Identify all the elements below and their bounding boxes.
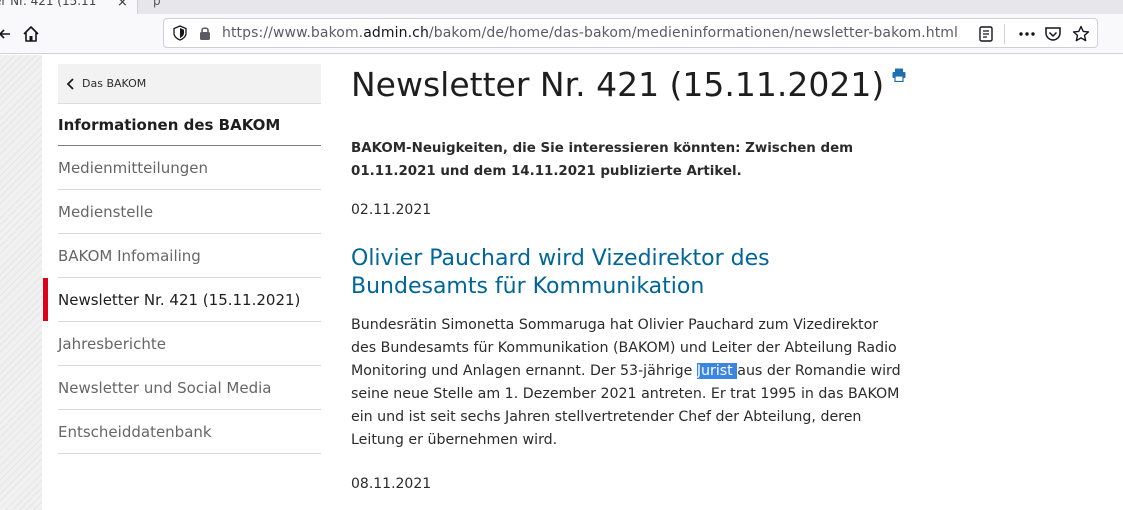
tab-strip: er Nr. 421 (15.11 × p [0, 0, 1123, 14]
page-gutter [0, 55, 42, 510]
url-prefix: https://www.bakom. [222, 25, 364, 41]
active-item-marker [43, 278, 48, 321]
main-content: Newsletter Nr. 421 (15.11.2021) [351, 64, 911, 106]
toolbar-separator [1004, 24, 1005, 44]
sidebar-item-medienmitteilungen[interactable]: Medienmitteilungen [58, 146, 321, 190]
sidebar-item-newsletter-421[interactable]: Newsletter Nr. 421 (15.11.2021) [58, 278, 321, 322]
more-icon[interactable] [1018, 25, 1036, 43]
sidebar-item-infomailing[interactable]: BAKOM Infomailing [58, 234, 321, 278]
tab-title: er Nr. 421 (15.11 [0, 0, 97, 8]
pocket-icon[interactable] [1044, 25, 1062, 43]
url-domain: admin.ch [363, 25, 429, 41]
lead-paragraph: BAKOM-Neuigkeiten, die Sie interessieren… [351, 141, 854, 179]
print-icon[interactable] [892, 68, 906, 82]
article-body: Bundesrätin Simonetta Sommaruga hat Oliv… [351, 314, 907, 452]
url-text[interactable]: https://www.bakom.admin.ch/bakom/de/home… [222, 25, 958, 41]
lock-icon[interactable] [198, 25, 212, 41]
sidebar-section-title[interactable]: Informationen des BAKOM [58, 104, 321, 146]
home-icon[interactable] [20, 23, 42, 45]
next-tab[interactable]: p [153, 0, 161, 8]
back-link-das-bakom[interactable]: Das BAKOM [58, 64, 321, 104]
browser-tab[interactable]: er Nr. 421 (15.11 × [0, 0, 138, 14]
article-title-link[interactable]: Olivier Pauchard wird Vizedirektor des B… [351, 245, 821, 301]
sidebar-item-entscheiddatenbank[interactable]: Entscheiddatenbank [58, 410, 321, 454]
selected-text: Jurist [696, 363, 738, 379]
reader-view-icon[interactable] [977, 25, 995, 43]
shield-icon[interactable] [172, 25, 188, 41]
page-title: Newsletter Nr. 421 (15.11.2021) [351, 65, 885, 104]
url-path: /bakom/de/home/das-bakom/medieninformati… [428, 25, 959, 41]
address-bar[interactable]: https://www.bakom.admin.ch/bakom/de/home… [163, 18, 1098, 48]
sidebar-item-medienstelle[interactable]: Medienstelle [58, 190, 321, 234]
article-date: 02.11.2021 [351, 202, 432, 218]
sidebar-nav: Das BAKOM Informationen des BAKOM Medien… [58, 64, 321, 454]
tab-close-icon[interactable]: × [117, 0, 128, 10]
bookmark-star-icon[interactable] [1072, 25, 1090, 43]
back-link-label: Das BAKOM [82, 77, 147, 90]
next-article-date: 08.11.2021 [351, 476, 432, 492]
chevron-left-icon [66, 77, 74, 90]
sidebar-item-jahresberichte[interactable]: Jahresberichte [58, 322, 321, 366]
sidebar-item-newsletter-social-media[interactable]: Newsletter und Social Media [58, 366, 321, 410]
back-icon[interactable] [0, 23, 14, 45]
browser-toolbar: https://www.bakom.admin.ch/bakom/de/home… [0, 14, 1123, 54]
